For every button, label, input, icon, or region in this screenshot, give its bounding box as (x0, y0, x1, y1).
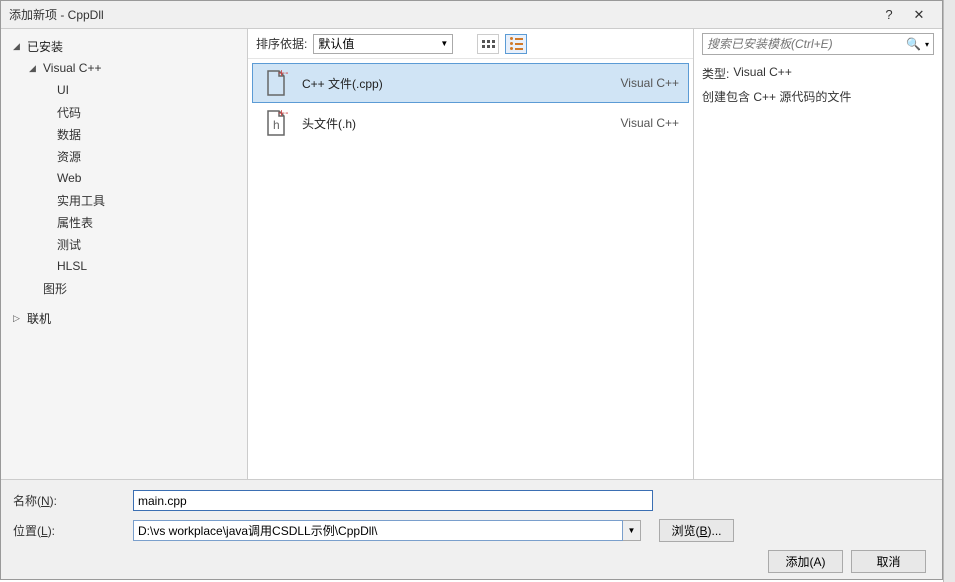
tree-ui[interactable]: UI (1, 79, 247, 101)
tree-resource[interactable]: 资源 (1, 145, 247, 167)
tree-test[interactable]: 测试 (1, 233, 247, 255)
add-button[interactable]: 添加(A) (768, 550, 843, 573)
type-value: Visual C++ (733, 65, 791, 82)
titlebar: 添加新项 - CppDll ? ✕ (1, 1, 942, 29)
template-lang: Visual C++ (589, 116, 679, 130)
name-input[interactable] (133, 490, 653, 511)
location-dropdown[interactable]: ▼ (623, 520, 641, 541)
svg-text:++: ++ (278, 69, 288, 80)
template-name: 头文件(.h) (302, 115, 577, 132)
side-strip (943, 0, 955, 582)
view-grid-button[interactable] (477, 34, 499, 54)
tree-hlsl[interactable]: HLSL (1, 255, 247, 277)
chevron-down-icon: ▼ (440, 39, 448, 48)
name-label: 名称(N): (13, 492, 133, 509)
tree-online[interactable]: ▷联机 (1, 307, 247, 329)
location-input[interactable] (133, 520, 623, 541)
template-list: ++ C++ 文件(.cpp) Visual C++ h++ 头文件(.h) V… (248, 59, 693, 479)
tree-data[interactable]: 数据 (1, 123, 247, 145)
template-lang: Visual C++ (589, 76, 679, 90)
sidebar: ◢已安装 ◢Visual C++ UI 代码 数据 资源 Web 实用工具 属性… (1, 29, 248, 479)
template-name: C++ 文件(.cpp) (302, 75, 577, 92)
sort-label: 排序依据: (256, 35, 307, 52)
sort-dropdown[interactable]: 默认值 ▼ (313, 34, 453, 54)
toolbar: 排序依据: 默认值 ▼ (248, 29, 693, 59)
browse-button[interactable]: 浏览(B)... (659, 519, 734, 542)
h-file-icon: h++ (262, 109, 290, 137)
tree-propsheet[interactable]: 属性表 (1, 211, 247, 233)
svg-text:++: ++ (278, 109, 288, 120)
description: 创建包含 C++ 源代码的文件 (702, 88, 851, 105)
cpp-file-icon: ++ (262, 69, 290, 97)
details-panel: 🔍 ▾ 类型: Visual C++ 创建包含 C++ 源代码的文件 (694, 29, 942, 479)
cancel-button[interactable]: 取消 (851, 550, 926, 573)
tree-graphics[interactable]: ◢图形 (1, 277, 247, 299)
search-box[interactable]: 🔍 ▾ (702, 33, 934, 55)
list-icon (510, 37, 523, 50)
location-label: 位置(L): (13, 522, 133, 539)
tree-visual-cpp[interactable]: ◢Visual C++ (1, 57, 247, 79)
template-item-header[interactable]: h++ 头文件(.h) Visual C++ (252, 103, 689, 143)
tree-web[interactable]: Web (1, 167, 247, 189)
window-title: 添加新项 - CppDll (9, 6, 874, 23)
tree-utility[interactable]: 实用工具 (1, 189, 247, 211)
search-input[interactable] (707, 37, 906, 51)
tree-installed[interactable]: ◢已安装 (1, 35, 247, 57)
search-icon[interactable]: 🔍 (906, 37, 921, 51)
type-label: 类型: (702, 65, 729, 82)
close-button[interactable]: ✕ (904, 7, 934, 23)
bottom-panel: 名称(N): 位置(L): ▼ 浏览(B)... 添加(A) 取消 (1, 479, 942, 579)
grid-icon (482, 40, 495, 48)
svg-text:h: h (273, 118, 280, 132)
search-dropdown-icon[interactable]: ▾ (925, 40, 929, 49)
view-list-button[interactable] (505, 34, 527, 54)
template-item-cpp[interactable]: ++ C++ 文件(.cpp) Visual C++ (252, 63, 689, 103)
tree-code[interactable]: 代码 (1, 101, 247, 123)
help-button[interactable]: ? (874, 7, 904, 22)
